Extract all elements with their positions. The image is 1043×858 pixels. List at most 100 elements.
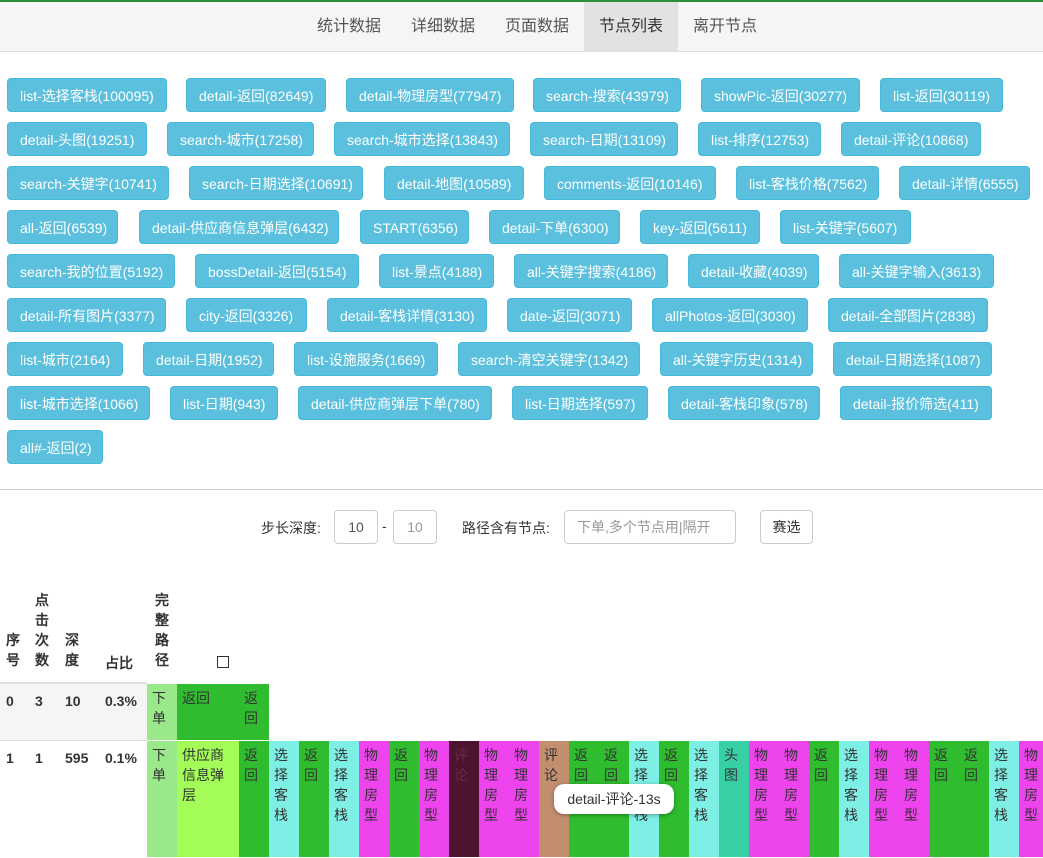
node-button[interactable]: search-日期选择(10691) xyxy=(189,166,363,200)
path-step[interactable]: 返回 xyxy=(299,741,329,857)
node-button[interactable]: detail-评论(10868) xyxy=(841,122,981,156)
tab-statistics[interactable]: 统计数据 xyxy=(303,2,395,52)
path-step[interactable]: 选择客栈 xyxy=(269,741,299,857)
path-step[interactable]: 返回 xyxy=(239,684,269,740)
node-button[interactable]: all-关键字搜索(4186) xyxy=(514,254,668,288)
node-button[interactable]: list-返回(30119) xyxy=(880,78,1003,112)
path-step[interactable]: 返回 xyxy=(177,684,239,740)
filter-button[interactable]: 赛选 xyxy=(760,510,813,544)
path-step[interactable]: 物理房型 xyxy=(359,741,389,857)
node-button[interactable]: all-返回(6539) xyxy=(7,210,118,244)
node-button[interactable]: detail-客栈详情(3130) xyxy=(327,298,487,332)
node-button[interactable]: START(6356) xyxy=(360,210,469,244)
node-button[interactable]: key-返回(5611) xyxy=(640,210,760,244)
path-step[interactable]: 物理房型 xyxy=(509,741,539,857)
path-step[interactable]: 返回 xyxy=(959,741,989,857)
node-button[interactable]: search-城市选择(13843) xyxy=(334,122,510,156)
node-button[interactable]: list-设施服务(1669) xyxy=(294,342,438,376)
node-button[interactable]: detail-收藏(4039) xyxy=(688,254,819,288)
node-button[interactable]: bossDetail-返回(5154) xyxy=(195,254,359,288)
tab-details[interactable]: 详细数据 xyxy=(397,2,489,52)
node-button[interactable]: detail-头图(19251) xyxy=(7,122,147,156)
depth-dash: - xyxy=(382,518,387,534)
node-button[interactable]: search-城市(17258) xyxy=(167,122,314,156)
header-clicks: 点击次数 xyxy=(35,592,49,668)
path-step[interactable]: 返回 xyxy=(929,741,959,857)
node-button[interactable]: city-返回(3326) xyxy=(186,298,307,332)
row-depth: 10 xyxy=(65,693,81,709)
node-button[interactable]: detail-日期选择(1087) xyxy=(833,342,992,376)
node-button[interactable]: allPhotos-返回(3030) xyxy=(652,298,808,332)
row-depth: 595 xyxy=(65,750,89,766)
node-button[interactable]: detail-全部图片(2838) xyxy=(828,298,988,332)
row-index: 0 xyxy=(6,693,14,709)
node-button[interactable]: detail-所有图片(3377) xyxy=(7,298,166,332)
section-divider xyxy=(0,489,1043,490)
path-step[interactable]: 物理房型 xyxy=(479,741,509,857)
node-button[interactable]: detail-供应商信息弹层(6432) xyxy=(139,210,339,244)
row-clicks: 1 xyxy=(35,750,43,766)
tab-page-data[interactable]: 页面数据 xyxy=(491,2,583,52)
node-button[interactable]: search-我的位置(5192) xyxy=(7,254,175,288)
node-button[interactable]: detail-报价筛选(411) xyxy=(840,386,992,420)
node-button[interactable]: list-关键字(5607) xyxy=(780,210,911,244)
depth-from-input[interactable]: 10 xyxy=(334,510,378,544)
node-button[interactable]: search-清空关键字(1342) xyxy=(458,342,640,376)
path-step[interactable]: 头图 xyxy=(719,741,749,857)
path-step[interactable]: 返回 xyxy=(239,741,269,857)
row-ratio: 0.1% xyxy=(105,750,137,766)
node-button[interactable]: list-日期(943) xyxy=(170,386,278,420)
row-ratio: 0.3% xyxy=(105,693,137,709)
node-button[interactable]: detail-地图(10589) xyxy=(384,166,524,200)
node-button[interactable]: detail-供应商弹层下单(780) xyxy=(298,386,492,420)
node-button[interactable]: search-关键字(10741) xyxy=(7,166,169,200)
depth-label: 步长深度: xyxy=(261,520,321,536)
header-ratio: 占比 xyxy=(105,655,133,671)
tab-exit-nodes[interactable]: 离开节点 xyxy=(679,2,771,52)
node-button[interactable]: all#-返回(2) xyxy=(7,430,103,464)
node-button[interactable]: showPic-返回(30277) xyxy=(701,78,860,112)
node-button[interactable]: list-城市(2164) xyxy=(7,342,123,376)
node-button[interactable]: comments-返回(10146) xyxy=(544,166,716,200)
path-step[interactable]: 选择客栈 xyxy=(989,741,1019,857)
tab-node-list[interactable]: 节点列表 xyxy=(584,2,678,52)
path-step[interactable]: 下单 xyxy=(147,741,177,857)
path-step[interactable]: 物理房型 xyxy=(899,741,929,857)
select-all-checkbox[interactable] xyxy=(217,656,229,668)
path-step[interactable]: 下单 xyxy=(147,684,177,740)
header-index: 序号 xyxy=(6,632,20,668)
path-step[interactable]: 选择客栈 xyxy=(689,741,719,857)
node-button[interactable]: detail-详情(6555) xyxy=(899,166,1030,200)
node-button[interactable]: list-城市选择(1066) xyxy=(7,386,150,420)
node-button[interactable]: detail-下单(6300) xyxy=(489,210,620,244)
node-button[interactable]: list-景点(4188) xyxy=(379,254,494,288)
node-button[interactable]: list-客栈价格(7562) xyxy=(736,166,879,200)
node-button[interactable]: list-日期选择(597) xyxy=(512,386,648,420)
depth-to-input[interactable]: 10 xyxy=(393,510,437,544)
path-step[interactable]: 物理房型 xyxy=(779,741,809,857)
path-step[interactable]: 物理房型 xyxy=(419,741,449,857)
node-button[interactable]: search-日期(13109) xyxy=(530,122,678,156)
path-nodes-input[interactable]: 下单,多个节点用|隔开 xyxy=(564,510,736,544)
path-nodes-label: 路径含有节点: xyxy=(462,520,550,536)
path-step[interactable]: 选择客栈 xyxy=(839,741,869,857)
path-step[interactable]: 物理房型 xyxy=(749,741,779,857)
path-step[interactable]: 物理房型 xyxy=(869,741,899,857)
node-button[interactable]: all-关键字历史(1314) xyxy=(660,342,813,376)
path-step[interactable]: 选择客栈 xyxy=(329,741,359,857)
node-button[interactable]: date-返回(3071) xyxy=(507,298,632,332)
node-button[interactable]: detail-返回(82649) xyxy=(186,78,326,112)
path-step[interactable]: 供应商信息弹层 xyxy=(177,741,239,857)
node-button[interactable]: search-搜索(43979) xyxy=(533,78,681,112)
node-button[interactable]: detail-物理房型(77947) xyxy=(346,78,514,112)
path-step[interactable]: 返回 xyxy=(389,741,419,857)
node-button[interactable]: list-排序(12753) xyxy=(698,122,821,156)
path-step[interactable]: 返回 xyxy=(809,741,839,857)
node-button[interactable]: detail-日期(1952) xyxy=(143,342,274,376)
path-step[interactable]: 评论 xyxy=(449,741,479,857)
node-button[interactable]: detail-客栈印象(578) xyxy=(668,386,820,420)
header-depth: 深度 xyxy=(65,632,79,668)
node-button[interactable]: all-关键字输入(3613) xyxy=(839,254,994,288)
node-button[interactable]: list-选择客栈(100095) xyxy=(7,78,167,112)
path-step[interactable]: 物理房型 xyxy=(1019,741,1043,857)
